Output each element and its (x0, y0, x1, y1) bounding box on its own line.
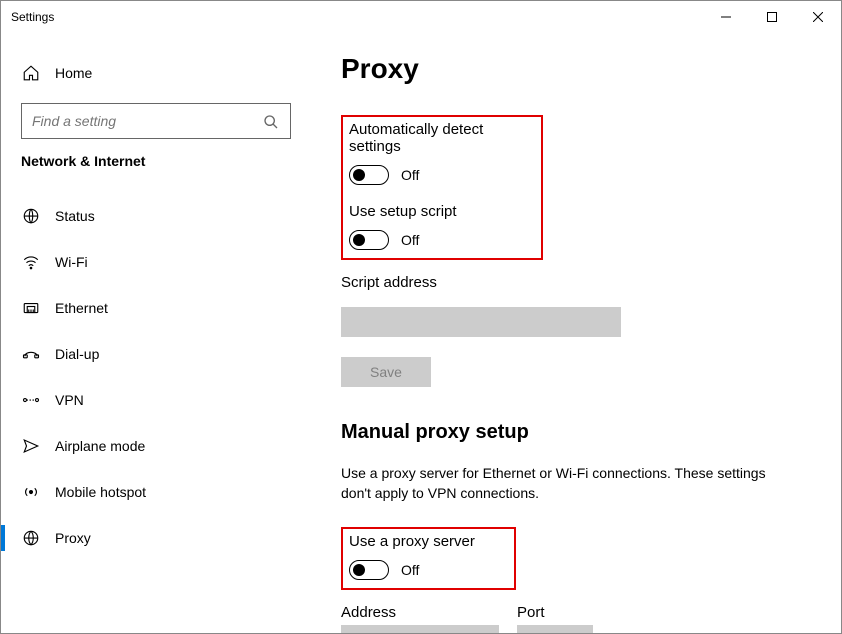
titlebar: Settings (1, 1, 841, 33)
sidebar-item-label: Status (55, 208, 95, 224)
address-label: Address (341, 604, 499, 621)
sidebar-item-label: Ethernet (55, 300, 108, 316)
setup-script-label: Use setup script (349, 203, 531, 220)
use-proxy-state: Off (401, 562, 419, 578)
setup-script-state: Off (401, 232, 419, 248)
auto-detect-row: Off (349, 165, 531, 185)
script-address-input (341, 307, 621, 337)
sidebar-item-label: VPN (55, 392, 84, 408)
address-col: Address (341, 604, 499, 633)
sidebar-item-ethernet[interactable]: Ethernet (21, 285, 311, 331)
sidebar-item-dialup[interactable]: Dial-up (21, 331, 311, 377)
home-icon (21, 63, 41, 83)
sidebar-item-label: Airplane mode (55, 438, 145, 454)
script-address-label: Script address (341, 274, 801, 291)
home-nav[interactable]: Home (21, 53, 311, 93)
auto-detect-label: Automatically detect settings (349, 121, 531, 155)
hotspot-icon (21, 482, 41, 502)
address-port-row: Address Port (341, 604, 801, 633)
sidebar-item-vpn[interactable]: VPN (21, 377, 311, 423)
port-col: Port (517, 604, 593, 633)
setup-script-row: Off (349, 230, 531, 250)
use-proxy-label: Use a proxy server (349, 533, 504, 550)
auto-detect-toggle[interactable] (349, 165, 389, 185)
minimize-button[interactable] (703, 1, 749, 33)
sidebar-item-proxy[interactable]: Proxy (21, 515, 311, 561)
page-title: Proxy (341, 53, 801, 85)
sidebar-item-wifi[interactable]: Wi-Fi (21, 239, 311, 285)
port-input (517, 625, 593, 633)
use-proxy-row: Off (349, 560, 504, 580)
ethernet-icon (21, 298, 41, 318)
sidebar-item-label: Dial-up (55, 346, 99, 362)
auto-detect-state: Off (401, 167, 419, 183)
airplane-icon (21, 436, 41, 456)
save-button: Save (341, 357, 431, 387)
sidebar-item-label: Wi-Fi (55, 254, 88, 270)
highlight-box-proxy: Use a proxy server Off (341, 527, 516, 590)
search-input[interactable] (21, 103, 291, 139)
window-controls (703, 1, 841, 33)
vpn-icon (21, 390, 41, 410)
home-label: Home (55, 65, 92, 81)
search-icon (261, 112, 281, 132)
status-icon (21, 206, 41, 226)
sidebar-item-hotspot[interactable]: Mobile hotspot (21, 469, 311, 515)
sidebar-item-status[interactable]: Status (21, 193, 311, 239)
window-title: Settings (11, 10, 54, 24)
close-button[interactable] (795, 1, 841, 33)
use-proxy-toggle[interactable] (349, 560, 389, 580)
port-label: Port (517, 604, 593, 621)
manual-desc: Use a proxy server for Ethernet or Wi-Fi… (341, 464, 781, 503)
sidebar: Home Network & Internet Status Wi-Fi E (1, 43, 311, 633)
dialup-icon (21, 344, 41, 364)
search-wrap (21, 103, 291, 139)
sidebar-item-label: Proxy (55, 530, 91, 546)
proxy-icon (21, 528, 41, 548)
wifi-icon (21, 252, 41, 272)
highlight-box-auto: Automatically detect settings Off Use se… (341, 115, 543, 260)
setup-script-toggle[interactable] (349, 230, 389, 250)
sidebar-item-airplane[interactable]: Airplane mode (21, 423, 311, 469)
address-input (341, 625, 499, 633)
sidebar-item-label: Mobile hotspot (55, 484, 146, 500)
content-wrap: Home Network & Internet Status Wi-Fi E (1, 33, 841, 633)
category-title: Network & Internet (21, 153, 311, 169)
main-panel: Proxy Automatically detect settings Off … (311, 43, 841, 633)
manual-section-title: Manual proxy setup (341, 421, 801, 444)
maximize-button[interactable] (749, 1, 795, 33)
